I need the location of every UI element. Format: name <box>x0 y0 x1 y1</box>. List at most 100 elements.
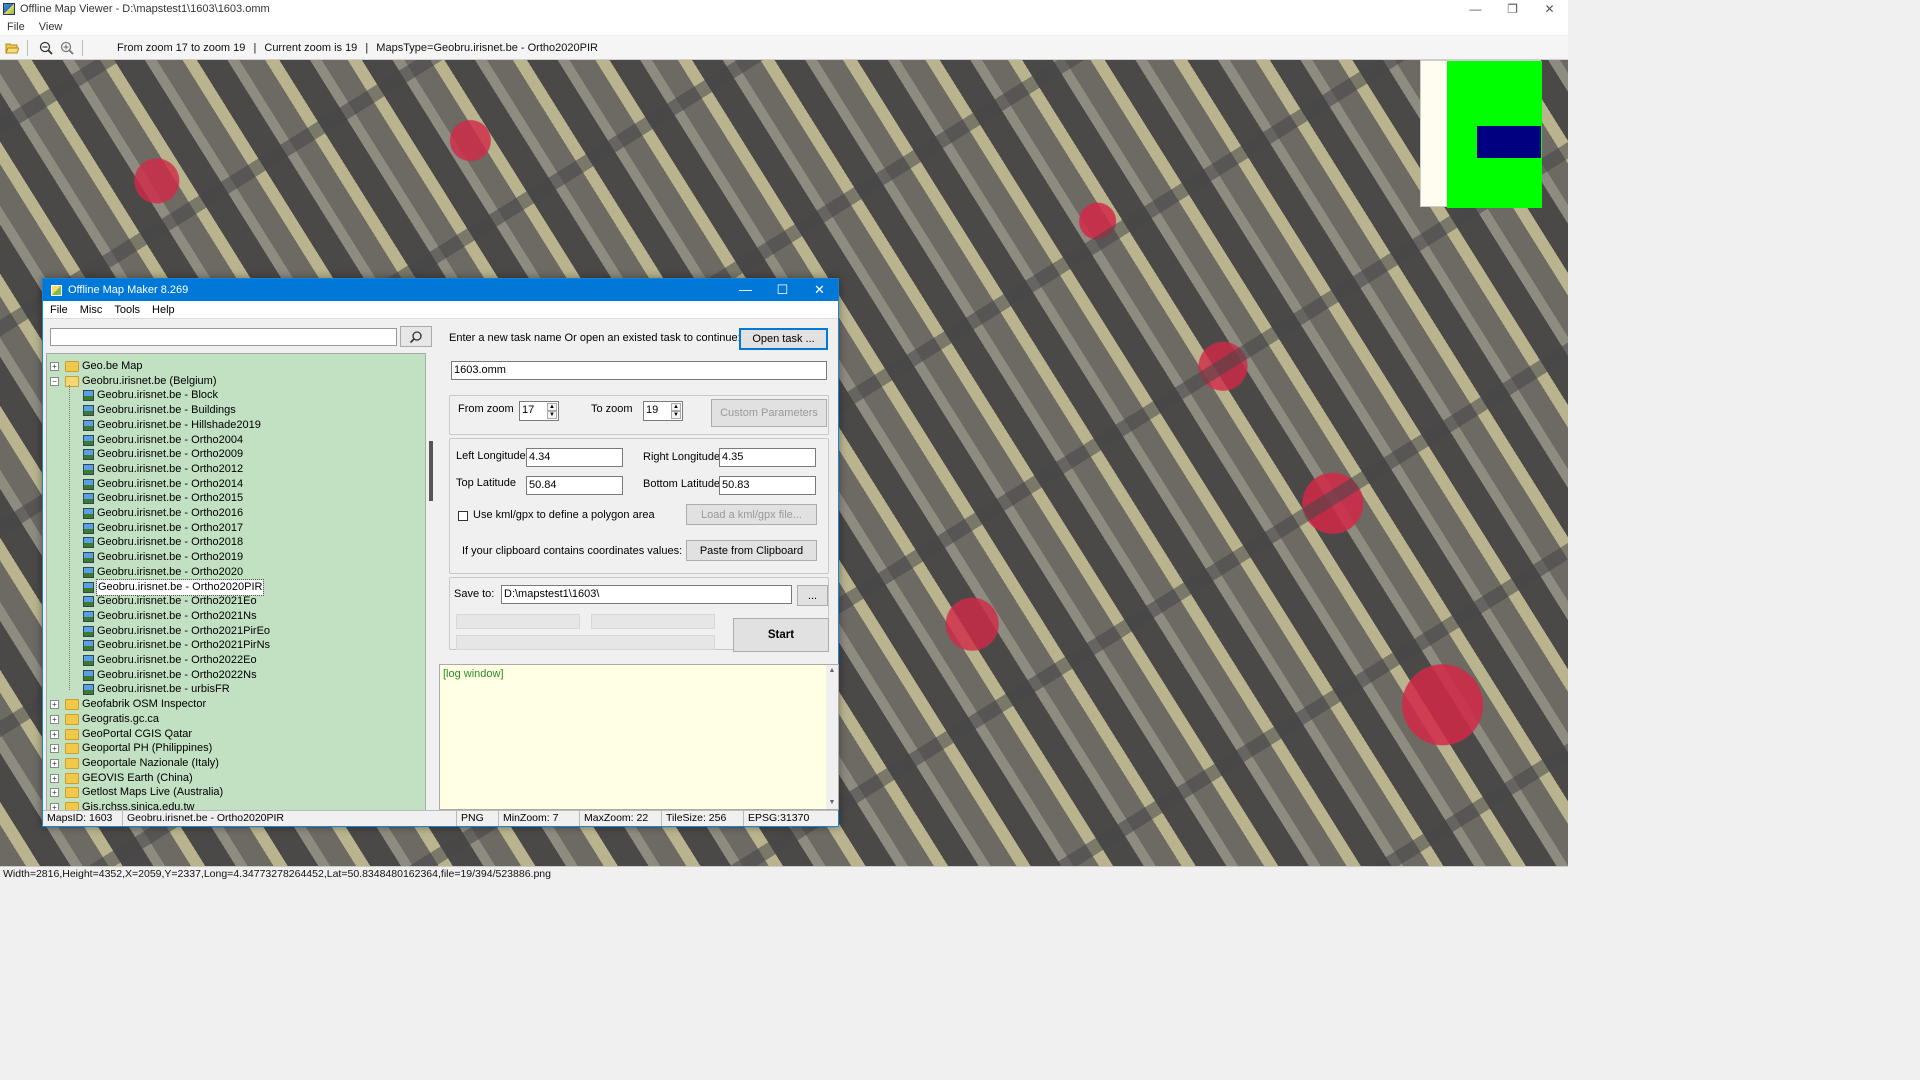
tree-folder[interactable]: + Geoportale Nazionale (Italy) <box>50 756 219 771</box>
folder-open-icon[interactable] <box>3 39 21 57</box>
map-layer-icon <box>83 405 94 417</box>
tree-folder[interactable]: + Getlost Maps Live (Australia) <box>50 785 223 800</box>
expand-icon[interactable]: + <box>50 744 59 754</box>
spin-up-icon[interactable]: ▲ <box>547 403 557 411</box>
tree-map-item[interactable]: Geobru.irisnet.be - Ortho2022Eo <box>83 653 257 668</box>
spin-up-icon[interactable]: ▲ <box>671 403 681 411</box>
start-button[interactable]: Start <box>733 618 829 652</box>
from-zoom-spinner[interactable]: 17 ▲ ▼ <box>519 401 559 421</box>
open-task-button[interactable]: Open task ... <box>739 328 828 350</box>
expand-icon[interactable]: + <box>50 729 59 739</box>
zoom-in-icon[interactable] <box>58 39 76 57</box>
bottom-latitude-field[interactable]: 50.83 <box>719 476 816 495</box>
search-input[interactable] <box>50 328 397 346</box>
restore-button[interactable]: ❐ <box>1494 0 1531 18</box>
dialog-close-button[interactable]: ✕ <box>801 279 838 301</box>
kml-checkbox[interactable] <box>458 511 468 521</box>
tree-map-item[interactable]: Geobru.irisnet.be - Buildings <box>83 403 236 418</box>
tree-map-item[interactable]: Geobru.irisnet.be - Ortho2021PirNs <box>83 638 270 653</box>
browse-button[interactable]: ... <box>797 585 828 606</box>
tree-folder[interactable]: + Geogratis.gc.ca <box>50 712 159 727</box>
save-to-field[interactable]: D:\mapstest1\1603\ <box>501 585 792 604</box>
minimap-viewport[interactable] <box>1477 126 1541 158</box>
menu-file[interactable]: File <box>0 21 32 33</box>
scroll-up-icon[interactable]: ▲ <box>826 665 838 677</box>
tree-node-label: Geobru.irisnet.be - Ortho2004 <box>97 433 244 446</box>
spin-down-icon[interactable]: ▼ <box>671 411 681 419</box>
tree-map-item[interactable]: Geobru.irisnet.be - Block <box>83 388 218 403</box>
expand-icon[interactable]: + <box>50 788 59 798</box>
tree-map-item[interactable]: Geobru.irisnet.be - Ortho2018 <box>83 535 243 550</box>
separator-text: | <box>365 41 369 54</box>
tree-folder[interactable]: + GeoPortal CGIS Qatar <box>50 727 192 742</box>
paste-from-clipboard-button[interactable]: Paste from Clipboard <box>686 540 817 561</box>
right-longitude-field[interactable]: 4.35 <box>719 448 816 467</box>
dialog-menu-tools[interactable]: Tools <box>107 304 145 316</box>
custom-parameters-button[interactable]: Custom Parameters <box>711 399 827 427</box>
tree-map-item[interactable]: Geobru.irisnet.be - Ortho2021PirEo <box>83 624 270 639</box>
task-name-field[interactable]: 1603.omm <box>451 361 827 380</box>
tree-node-label: Geobru.irisnet.be - Ortho2021Eo <box>97 595 257 608</box>
scroll-down-icon[interactable]: ▼ <box>826 797 838 809</box>
dialog-menu-misc[interactable]: Misc <box>73 304 108 316</box>
dialog-window-controls: — ☐ ✕ <box>727 279 838 301</box>
close-button[interactable]: ✕ <box>1531 0 1568 18</box>
tree-map-item[interactable]: Geobru.irisnet.be - Ortho2015 <box>83 491 243 506</box>
tree-map-item[interactable]: Geobru.irisnet.be - Ortho2020 <box>83 565 243 580</box>
app-icon <box>3 3 15 15</box>
to-zoom-spinner[interactable]: 19 ▲ ▼ <box>643 401 683 421</box>
tree-map-item[interactable]: Geobru.irisnet.be - urbisFR <box>83 682 230 697</box>
tree-node-label: Geobru.irisnet.be - Buildings <box>97 404 236 417</box>
log-window[interactable]: [log window] ▲ ▼ <box>439 664 839 810</box>
map-layer-icon <box>83 625 94 637</box>
dialog-menu-help[interactable]: Help <box>145 304 180 316</box>
tree-map-item[interactable]: Geobru.irisnet.be - Ortho2004 <box>83 433 243 448</box>
minimize-button[interactable]: — <box>1457 0 1494 18</box>
tree-map-item[interactable]: Geobru.irisnet.be - Ortho2014 <box>83 477 243 492</box>
tree-map-item[interactable]: Geobru.irisnet.be - Hillshade2019 <box>83 418 261 433</box>
tree-node-label: Geoportale Nazionale (Italy) <box>82 756 219 769</box>
dialog-maximize-button[interactable]: ☐ <box>764 279 801 301</box>
tree-folder[interactable]: + GEOVIS Earth (China) <box>50 771 193 786</box>
tree-scrollbar-thumb[interactable] <box>429 441 433 501</box>
tree-node-label: Geobru.irisnet.be - Ortho2021Ns <box>97 609 257 622</box>
tree-map-item[interactable]: Geobru.irisnet.be - Ortho2022Ns <box>83 668 257 683</box>
search-button[interactable] <box>400 326 432 347</box>
zoom-out-icon[interactable] <box>37 39 55 57</box>
tree-map-item[interactable]: Geobru.irisnet.be - Ortho2021Eo <box>83 594 257 609</box>
tree-map-item-selected[interactable]: Geobru.irisnet.be - Ortho2020PIR <box>83 578 265 596</box>
expand-icon[interactable]: + <box>50 773 59 783</box>
log-scrollbar[interactable]: ▲ ▼ <box>826 665 838 809</box>
map-source-tree[interactable]: + Geo.be Map − Geobru.irisnet.be (Belgium) G… <box>46 353 426 811</box>
dialog-menu-file[interactable]: File <box>43 304 73 316</box>
expand-icon[interactable]: + <box>50 362 59 371</box>
menu-view[interactable]: View <box>32 21 70 33</box>
tree-folder[interactable]: + Geofabrik OSM Inspector <box>50 697 206 712</box>
dialog-minimize-button[interactable]: — <box>727 279 764 301</box>
dialog-titlebar[interactable]: Offline Map Maker 8.269 — ☐ ✕ <box>43 279 838 301</box>
tree-map-item[interactable]: Geobru.irisnet.be - Ortho2016 <box>83 506 243 521</box>
tree-map-item[interactable]: Geobru.irisnet.be - Ortho2012 <box>83 462 243 477</box>
expand-icon[interactable]: + <box>50 714 59 724</box>
tree-map-item[interactable]: Geobru.irisnet.be - Ortho2019 <box>83 550 243 565</box>
tree-folder[interactable]: + Geo.be Map <box>50 359 143 374</box>
tree-folder[interactable]: + Geoportal PH (Philippines) <box>50 741 212 756</box>
minimap[interactable] <box>1420 60 1542 208</box>
spin-down-icon[interactable]: ▼ <box>547 411 557 419</box>
status-tile-size: TileSize: 256 <box>662 811 744 826</box>
expand-icon[interactable]: + <box>50 700 59 710</box>
tree-folder-open[interactable]: − Geobru.irisnet.be (Belgium) <box>50 374 217 389</box>
progress-bar-files <box>591 614 715 629</box>
load-kml-button[interactable]: Load a kml/gpx file... <box>686 504 817 525</box>
tree-map-item[interactable]: Geobru.irisnet.be - Ortho2021Ns <box>83 609 257 624</box>
map-layer-icon <box>83 566 94 578</box>
dialog-title: Offline Map Maker 8.269 <box>68 284 189 296</box>
tree-map-item[interactable]: Geobru.irisnet.be - Ortho2009 <box>83 447 243 462</box>
expand-icon[interactable]: + <box>50 758 59 768</box>
top-latitude-field[interactable]: 50.84 <box>526 476 623 495</box>
tree-map-item[interactable]: Geobru.irisnet.be - Ortho2017 <box>83 521 243 536</box>
left-longitude-field[interactable]: 4.34 <box>526 448 623 467</box>
map-source-pane: + Geo.be Map − Geobru.irisnet.be (Belgium) G… <box>46 323 436 811</box>
collapse-icon[interactable]: − <box>50 376 59 386</box>
tree-node-label: Geobru.irisnet.be - Ortho2022Eo <box>97 654 257 666</box>
